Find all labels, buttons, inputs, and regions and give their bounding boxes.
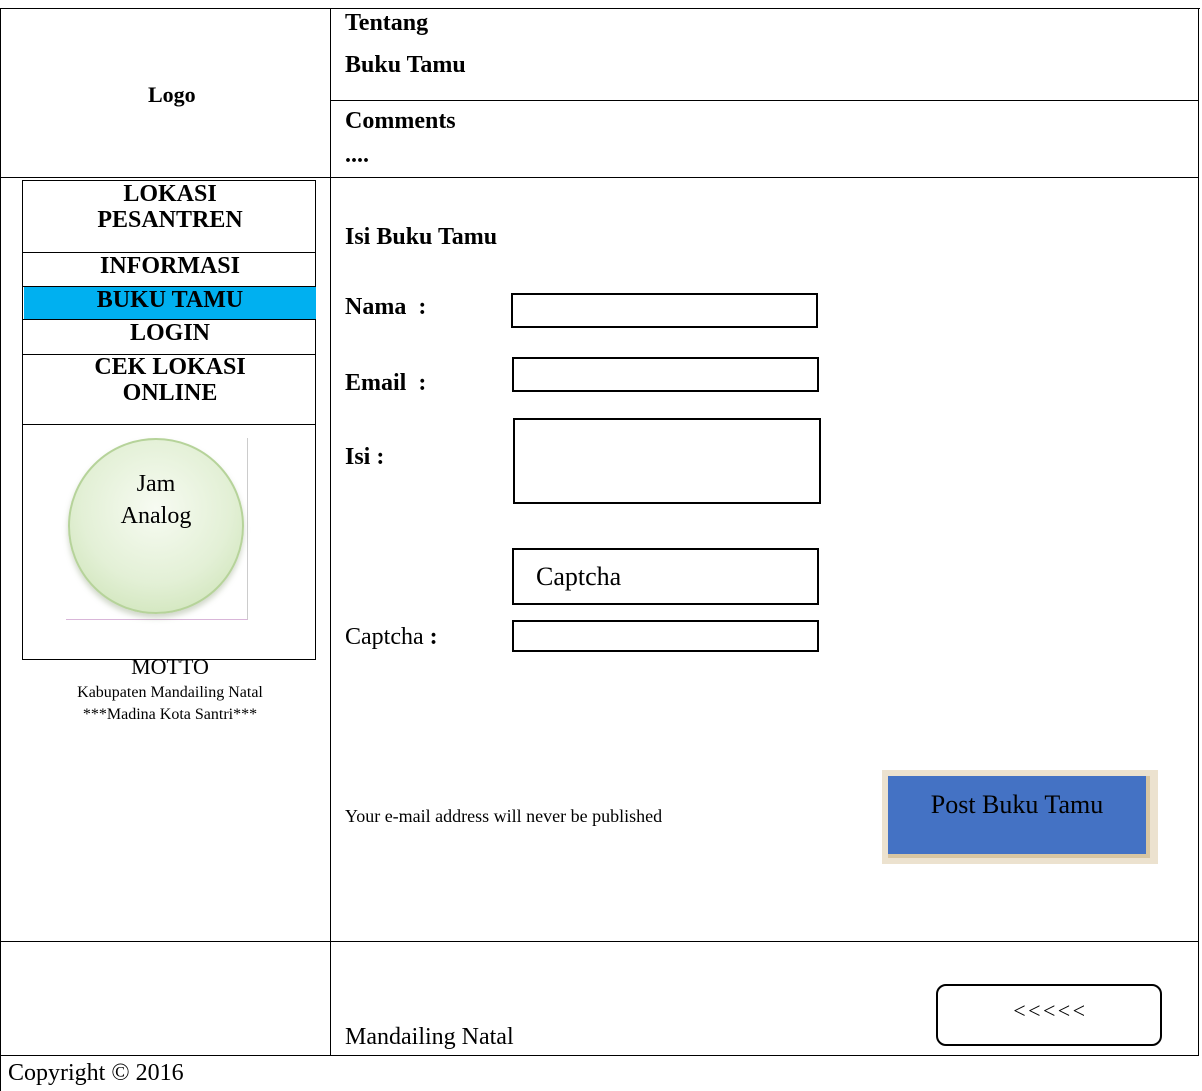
menu-lokasi-pesantren[interactable]: LOKASI PESANTREN: [24, 181, 316, 251]
copyright-divider: [0, 1055, 1199, 1056]
menu-divider: [22, 424, 316, 425]
motto-title: MOTTO: [131, 654, 209, 679]
motto-line-1: Kabupaten Mandailing Natal: [77, 684, 263, 701]
email-input[interactable]: [512, 357, 819, 392]
captcha-image: Captcha: [512, 548, 819, 605]
column-divider: [330, 8, 331, 1056]
email-label: Email :: [345, 370, 427, 396]
header-divider-left: [0, 177, 331, 178]
captcha-label-colon: :: [429, 624, 438, 650]
frame-right-border: [1198, 8, 1199, 1056]
logo: Logo: [148, 82, 196, 107]
menu-buku-tamu[interactable]: BUKU TAMU: [24, 287, 316, 319]
clock-label: Jam Analog: [68, 468, 244, 532]
nav-divider: [330, 100, 1199, 101]
motto-line-2: ***Madina Kota Santri***: [82, 706, 258, 723]
form-title: Isi Buku Tamu: [345, 224, 498, 250]
isi-label: Isi :: [345, 444, 385, 470]
post-buku-tamu-label: Post Buku Tamu: [888, 776, 1150, 858]
nav-comments[interactable]: Comments: [345, 108, 456, 135]
header-divider-right: [330, 177, 1199, 178]
post-buku-tamu-button[interactable]: Post Buku Tamu: [882, 770, 1158, 864]
nama-label: Nama :: [345, 294, 427, 320]
frame-top-border: [0, 8, 1200, 9]
footer-location: Mandailing Natal: [345, 1024, 514, 1050]
privacy-note: Your e-mail address will never be publis…: [345, 806, 663, 826]
frame-left-border: [0, 8, 1, 1091]
captcha-label-text: Captcha: [345, 624, 424, 650]
clock-label-line-1: Jam: [136, 471, 176, 497]
nav-more[interactable]: ....: [345, 142, 369, 169]
copyright: Copyright © 2016: [8, 1060, 184, 1086]
back-button[interactable]: <<<<<: [936, 984, 1162, 1046]
footer-divider: [0, 941, 1199, 942]
nama-input[interactable]: [511, 293, 818, 328]
nav-buku-tamu[interactable]: Buku Tamu: [345, 52, 466, 79]
clock-label-line-2: Analog: [120, 503, 192, 529]
nav-tentang[interactable]: Tentang: [345, 10, 428, 37]
menu-informasi[interactable]: INFORMASI: [24, 253, 316, 287]
menu-login[interactable]: LOGIN: [24, 320, 316, 354]
isi-textarea[interactable]: [513, 418, 821, 504]
captcha-label: Captcha :: [345, 624, 438, 651]
menu-cek-lokasi-online[interactable]: CEK LOKASI ONLINE: [24, 354, 316, 424]
captcha-input[interactable]: [512, 620, 819, 652]
